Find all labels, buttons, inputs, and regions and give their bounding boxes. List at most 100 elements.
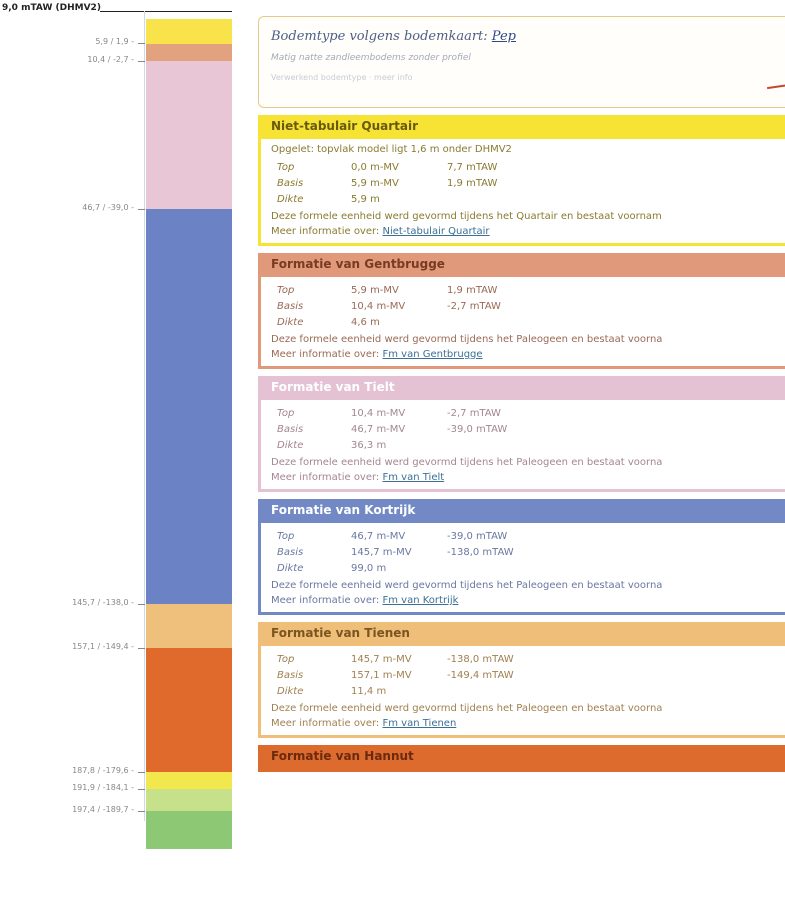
formation-body: Top 10,4 m-MV -2,7 mTAW Basis 46,7 m-MV -39,0… xyxy=(261,400,785,489)
row-depth-mv: 4,6 m xyxy=(351,316,380,328)
row-label: Basis xyxy=(277,546,304,558)
depth-label: 5,9 / 1,9 - xyxy=(95,37,134,46)
formation-row: Top 0,0 m-MV 7,7 mTAW xyxy=(271,159,785,175)
more-info-link[interactable]: Fm van Tienen xyxy=(383,718,457,729)
formation-title[interactable]: Formatie van Tienen xyxy=(261,622,785,646)
soil-type-extra: Verwerkend bodemtype · meer info xyxy=(271,73,413,82)
formation-list: Niet-tabulair Quartair Opgelet: topvlak m… xyxy=(258,115,785,772)
more-info-prefix: Meer informatie over: xyxy=(271,595,380,606)
formation-row: Top 5,9 m-MV 1,9 mTAW xyxy=(271,282,785,298)
more-info-link[interactable]: Niet-tabulair Quartair xyxy=(383,226,490,237)
surface-line xyxy=(100,11,232,12)
layer-formatie-van-tielt[interactable] xyxy=(146,61,232,209)
formation-row: Basis 46,7 m-MV -39,0 mTAW xyxy=(271,421,785,437)
formation-body: Top 145,7 m-MV -138,0 mTAW Basis 157,1 m-MV -… xyxy=(261,646,785,735)
row-depth-mv: 157,1 m-MV xyxy=(351,669,412,681)
formation-row: Top 145,7 m-MV -138,0 mTAW xyxy=(271,651,785,667)
formation-row: Basis 5,9 m-MV 1,9 mTAW xyxy=(271,175,785,191)
info-panels: Bodemtype volgens bodemkaart: Pep Matig … xyxy=(258,16,785,772)
layer-formatie-van-tienen[interactable] xyxy=(146,604,232,648)
row-label: Dikte xyxy=(277,193,304,205)
row-depth-taw: -39,0 mTAW xyxy=(447,423,508,435)
formation-card: Formatie van Tielt Top 10,4 m-MV -2,7 mTAW B… xyxy=(258,376,785,492)
row-depth-taw: 1,9 mTAW xyxy=(447,284,498,296)
layer-niet-tabulair-quartair[interactable] xyxy=(146,19,232,44)
formation-body: Top 46,7 m-MV -39,0 mTAW Basis 145,7 m-MV -13… xyxy=(261,523,785,612)
more-info-prefix: Meer informatie over: xyxy=(271,226,380,237)
soil-type-prefix: Bodemtype volgens bodemkaart: xyxy=(271,29,488,44)
soil-type-description: Matig natte zandleembodems zonder profie… xyxy=(271,53,471,63)
layer-green-layer[interactable] xyxy=(146,811,232,849)
row-depth-mv: 11,4 m xyxy=(351,685,387,697)
formation-row: Basis 145,7 m-MV -138,0 mTAW xyxy=(271,544,785,560)
depth-label: 145,7 / -138,0 - xyxy=(72,598,134,607)
layer-formatie-van-kortrijk[interactable] xyxy=(146,209,232,604)
row-depth-mv: 99,0 m xyxy=(351,562,387,574)
row-label: Top xyxy=(277,653,295,665)
formation-row: Dikte 5,9 m xyxy=(271,191,785,207)
formation-row: Basis 10,4 m-MV -2,7 mTAW xyxy=(271,298,785,314)
row-depth-taw: -138,0 mTAW xyxy=(447,653,514,665)
row-depth-mv: 5,9 m xyxy=(351,193,380,205)
row-depth-mv: 0,0 m-MV xyxy=(351,161,399,173)
soil-type-link[interactable]: Pep xyxy=(492,29,516,44)
depth-tick xyxy=(138,648,145,649)
formation-row: Dikte 11,4 m xyxy=(271,683,785,699)
soil-type-card: Bodemtype volgens bodemkaart: Pep Matig … xyxy=(258,16,785,108)
more-info-line: Meer informatie over: Fm van Gentbrugge xyxy=(271,349,785,360)
depth-tick xyxy=(138,772,145,773)
row-depth-mv: 10,4 m-MV xyxy=(351,300,406,312)
formation-title[interactable]: Formatie van Hannut xyxy=(261,745,785,769)
layer-yellow-layer[interactable] xyxy=(146,772,232,789)
depth-label: 46,7 / -39,0 - xyxy=(82,203,134,212)
row-depth-mv: 46,7 m-MV xyxy=(351,530,406,542)
formation-body: Opgelet: topvlak model ligt 1,6 m onder … xyxy=(261,139,785,243)
formation-title[interactable]: Formatie van Tielt xyxy=(261,376,785,400)
depth-tick xyxy=(138,604,145,605)
formation-title[interactable]: Niet-tabulair Quartair xyxy=(261,115,785,139)
row-depth-mv: 46,7 m-MV xyxy=(351,423,406,435)
more-info-link[interactable]: Fm van Tielt xyxy=(383,472,445,483)
row-depth-taw: -39,0 mTAW xyxy=(447,530,508,542)
row-depth-taw: -2,7 mTAW xyxy=(447,407,501,419)
row-depth-mv: 145,7 m-MV xyxy=(351,546,412,558)
row-label: Basis xyxy=(277,423,304,435)
formation-row: Dikte 36,3 m xyxy=(271,437,785,453)
formation-title[interactable]: Formatie van Kortrijk xyxy=(261,499,785,523)
row-label: Dikte xyxy=(277,439,304,451)
more-info-prefix: Meer informatie over: xyxy=(271,349,380,360)
formation-title[interactable]: Formatie van Gentbrugge xyxy=(261,253,785,277)
row-label: Basis xyxy=(277,669,304,681)
row-label: Top xyxy=(277,161,295,173)
depth-label: 157,1 / -149,4 - xyxy=(72,642,134,651)
row-label: Top xyxy=(277,407,295,419)
row-depth-taw: 1,9 mTAW xyxy=(447,177,498,189)
more-info-link[interactable]: Fm van Kortrijk xyxy=(383,595,459,606)
depth-axis xyxy=(144,11,145,821)
more-info-prefix: Meer informatie over: xyxy=(271,718,380,729)
profile-column: 9,0 mTAW (DHMV2) 5,9 / 1,9 - 10,4 / -2,7 … xyxy=(0,0,240,909)
formation-card: Niet-tabulair Quartair Opgelet: topvlak m… xyxy=(258,115,785,246)
more-info-link[interactable]: Fm van Gentbrugge xyxy=(383,349,483,360)
formation-row: Top 46,7 m-MV -39,0 mTAW xyxy=(271,528,785,544)
row-depth-taw: -149,4 mTAW xyxy=(447,669,514,681)
depth-label: 10,4 / -2,7 - xyxy=(87,55,134,64)
layer-formatie-van-gentbrugge[interactable] xyxy=(146,44,232,61)
formation-row: Basis 157,1 m-MV -149,4 mTAW xyxy=(271,667,785,683)
layer-formatie-van-hannut[interactable] xyxy=(146,648,232,772)
more-info-line: Meer informatie over: Niet-tabulair Quar… xyxy=(271,226,785,237)
row-depth-mv: 36,3 m xyxy=(351,439,387,451)
row-depth-taw: 7,7 mTAW xyxy=(447,161,498,173)
formation-description: Deze formele eenheid werd gevormd tijden… xyxy=(271,211,662,222)
formation-card: Formatie van Hannut xyxy=(258,745,785,772)
depth-tick xyxy=(138,811,145,812)
depth-label: 191,9 / -184,1 - xyxy=(72,783,134,792)
soil-type-title: Bodemtype volgens bodemkaart: Pep xyxy=(271,29,785,44)
formation-row: Top 10,4 m-MV -2,7 mTAW xyxy=(271,405,785,421)
layer-light-green-layer[interactable] xyxy=(146,789,232,811)
row-depth-mv: 5,9 m-MV xyxy=(351,284,399,296)
more-info-line: Meer informatie over: Fm van Tielt xyxy=(271,472,785,483)
formation-description: Deze formele eenheid werd gevormd tijden… xyxy=(271,457,663,468)
depth-tick xyxy=(138,61,145,62)
depth-tick xyxy=(138,209,145,210)
